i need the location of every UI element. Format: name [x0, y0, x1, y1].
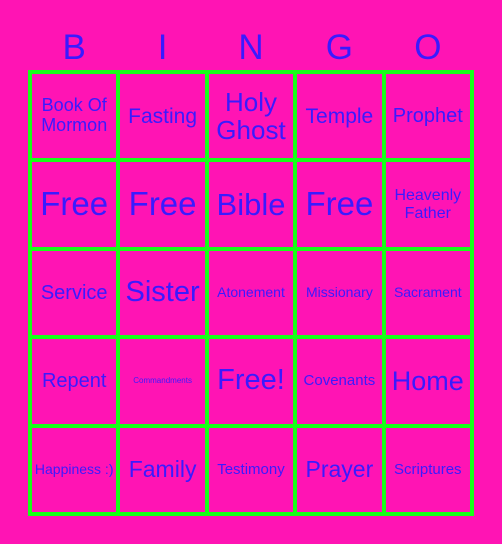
bingo-card-grid: Book Of Mormon Fasting Holy Ghost Temple Pro… — [28, 70, 474, 516]
bingo-cell[interactable]: Prophet — [385, 74, 470, 159]
bingo-cell[interactable]: Missionary — [297, 250, 382, 336]
bingo-cell[interactable]: Commandments — [120, 339, 205, 424]
bingo-cell[interactable]: Sacrament — [385, 250, 470, 336]
header-letter-i: I — [157, 28, 168, 67]
bingo-cell[interactable]: Book Of Mormon — [32, 74, 117, 159]
bingo-cell[interactable]: Covenants — [297, 339, 382, 424]
bingo-cell[interactable]: Repent — [32, 339, 117, 424]
bingo-cell[interactable]: Scriptures — [385, 427, 470, 512]
bingo-cell[interactable]: Sister — [120, 250, 205, 336]
bingo-cell[interactable]: Temple — [297, 74, 382, 159]
bingo-cell[interactable]: Holy Ghost — [208, 74, 294, 159]
bingo-cell[interactable]: Free! — [208, 339, 294, 424]
bingo-cell[interactable]: Family — [120, 427, 205, 512]
header-letter-g: G — [325, 28, 354, 67]
bingo-cell[interactable]: Free — [32, 162, 117, 247]
bingo-cell[interactable]: Atonement — [208, 250, 294, 336]
header-letter-n: N — [238, 28, 264, 67]
header-letter-b: B — [62, 28, 86, 67]
bingo-cell[interactable]: Home — [385, 339, 470, 424]
bingo-cell[interactable]: Free — [120, 162, 205, 247]
header-letter-o: O — [414, 28, 442, 67]
bingo-header: B I N G O — [30, 28, 472, 68]
bingo-cell[interactable]: Prayer — [297, 427, 382, 512]
bingo-cell[interactable]: Bible — [208, 162, 294, 247]
bingo-cell[interactable]: Testimony — [208, 427, 294, 512]
bingo-cell[interactable]: Fasting — [120, 74, 205, 159]
bingo-cell[interactable]: Happiness :) — [32, 427, 117, 512]
bingo-cell[interactable]: Heavenly Father — [385, 162, 470, 247]
bingo-cell[interactable]: Free — [297, 162, 382, 247]
bingo-cell[interactable]: Service — [32, 250, 117, 336]
